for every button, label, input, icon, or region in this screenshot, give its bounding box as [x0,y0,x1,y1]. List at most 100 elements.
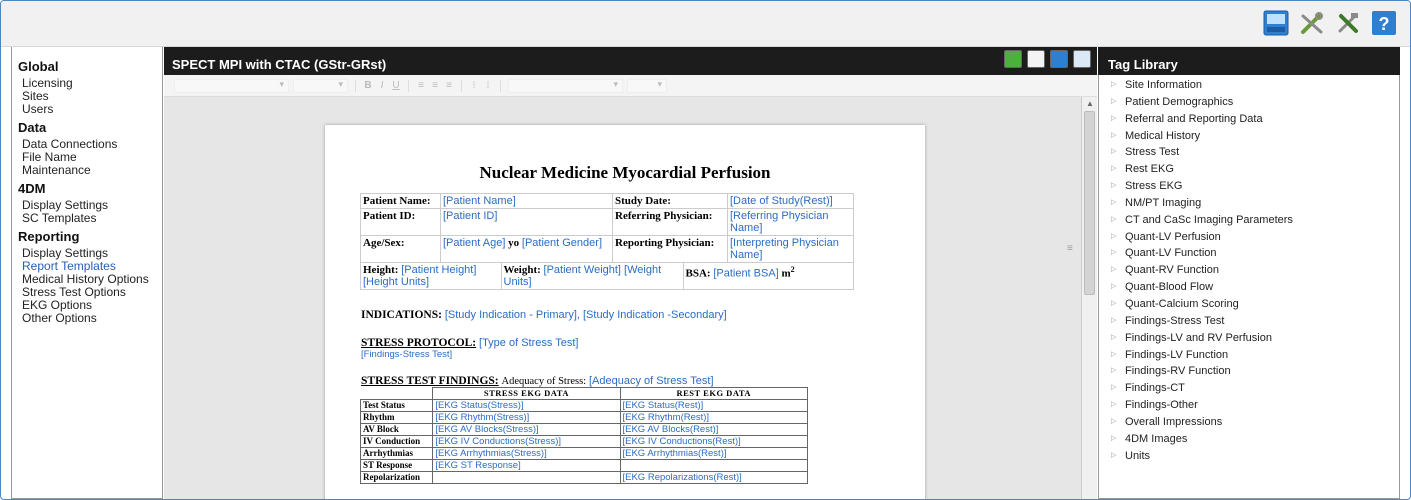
adequacy-tag[interactable]: [Adequacy of Stress Test] [589,375,714,387]
sidebar-item-users[interactable]: Users [18,103,162,116]
bold-button[interactable]: B [363,80,373,91]
document-canvas[interactable]: ▲ ≡ Nuclear Medicine Myocardial Perfusio… [164,97,1097,499]
vertical-scrollbar[interactable]: ▲ [1081,97,1097,499]
ekg-rest-tag[interactable]: [EKG IV Conductions(Rest)] [619,435,808,448]
tag-library-item[interactable]: ▷ Referral and Reporting Data [1111,111,1399,128]
align-center-button[interactable]: ≡ [430,80,440,91]
ekg-rest-tag[interactable]: [EKG AV Blocks(Rest)] [619,423,808,436]
italic-button[interactable]: I [377,80,387,91]
settings-tools-icon[interactable] [1334,9,1362,37]
tag-library-item[interactable]: ▷ Findings-CT [1111,380,1399,397]
referring-physician-tag[interactable]: [Referring Physician Name] [727,208,854,236]
save-icon[interactable] [1262,9,1290,37]
align-left-button[interactable]: ≡ [416,80,426,91]
expand-arrow-icon[interactable]: ▷ [1111,313,1121,330]
indications-tag[interactable]: [Study Indication - Primary], [Study Ind… [445,309,727,321]
scrollbar-thumb[interactable] [1084,111,1095,295]
tools-icon[interactable] [1298,9,1326,37]
tag-library-item[interactable]: ▷ Quant-RV Function [1111,262,1399,279]
font-family-select[interactable] [174,78,289,93]
tag-library-item[interactable]: ▷ Stress EKG [1111,178,1399,195]
expand-arrow-icon[interactable]: ▷ [1111,94,1121,111]
format-select[interactable] [627,78,667,93]
tag-library-item[interactable]: ▷ Findings-LV Function [1111,347,1399,364]
scroll-up-icon[interactable]: ▲ [1086,99,1094,108]
save-icon[interactable] [1050,50,1068,68]
tag-library-item[interactable]: ▷ Quant-Blood Flow [1111,279,1399,296]
ekg-stress-tag[interactable]: [EKG ST Response] [432,459,621,472]
expand-arrow-icon[interactable]: ▷ [1111,347,1121,364]
underline-button[interactable]: U [391,80,401,91]
expand-arrow-icon[interactable]: ▷ [1111,178,1121,195]
expand-arrow-icon[interactable]: ▷ [1111,397,1121,414]
report-page[interactable]: Nuclear Medicine Myocardial Perfusion Pa… [325,125,925,499]
patient-age-tag[interactable]: [Patient Age] [443,237,505,249]
font-size-select[interactable] [293,78,348,93]
expand-arrow-icon[interactable]: ▷ [1111,111,1121,128]
align-right-button[interactable]: ≡ [444,80,454,91]
patient-gender-tag[interactable]: [Patient Gender] [522,237,602,249]
expand-arrow-icon[interactable]: ▷ [1111,380,1121,397]
ekg-rest-tag[interactable]: [EKG Repolarizations(Rest)] [619,471,808,484]
splitter-grip-icon[interactable]: ≡ [1067,243,1073,254]
stress-protocol-tag[interactable]: [Type of Stress Test] [479,337,578,349]
tag-library-item[interactable]: ▷ 4DM Images [1111,431,1399,448]
ekg-stress-tag[interactable]: [EKG Status(Stress)] [432,399,621,412]
study-date-tag[interactable]: [Date of Study(Rest)] [727,193,854,209]
download-icon[interactable] [1004,50,1022,68]
help-icon[interactable]: ? [1370,9,1398,37]
sidebar-item-sc-templates[interactable]: SC Templates [18,212,162,225]
expand-arrow-icon[interactable]: ▷ [1111,414,1121,431]
tag-library-item[interactable]: ▷ Stress Test [1111,144,1399,161]
tag-library-item[interactable]: ▷ NM/PT Imaging [1111,195,1399,212]
expand-arrow-icon[interactable]: ▷ [1111,195,1121,212]
ekg-stress-tag[interactable]: [EKG AV Blocks(Stress)] [432,423,621,436]
tag-library-item[interactable]: ▷ Findings-RV Function [1111,363,1399,380]
tag-library-item[interactable]: ▷ Findings-LV and RV Perfusion [1111,330,1399,347]
tag-library-item[interactable]: ▷ Findings-Stress Test [1111,313,1399,330]
reporting-physician-tag[interactable]: [Interpreting Physician Name] [727,235,854,263]
expand-arrow-icon[interactable]: ▷ [1111,262,1121,279]
expand-arrow-icon[interactable]: ▷ [1111,279,1121,296]
ekg-stress-tag[interactable]: [EKG Rhythm(Stress)] [432,411,621,424]
ekg-stress-tag[interactable] [432,471,621,484]
tag-library-item[interactable]: ▷ Quant-Calcium Scoring [1111,296,1399,313]
tag-library-item[interactable]: ▷ Medical History [1111,128,1399,145]
expand-arrow-icon[interactable]: ▷ [1111,161,1121,178]
style-select[interactable] [508,78,623,93]
tag-library-item[interactable]: ▷ Findings-Other [1111,397,1399,414]
tag-library-item[interactable]: ▷ Rest EKG [1111,161,1399,178]
expand-arrow-icon[interactable]: ▷ [1111,144,1121,161]
expand-arrow-icon[interactable]: ▷ [1111,431,1121,448]
tag-library-item[interactable]: ▷ Quant-LV Function [1111,245,1399,262]
expand-arrow-icon[interactable]: ▷ [1111,330,1121,347]
sidebar-item-other-options[interactable]: Other Options [18,312,162,325]
ekg-stress-tag[interactable]: [EKG Arrhythmias(Stress)] [432,447,621,460]
tag-library-item[interactable]: ▷ Overall Impressions [1111,414,1399,431]
expand-arrow-icon[interactable]: ▷ [1111,296,1121,313]
findings-stress-test-tag[interactable]: [Findings-Stress Test] [361,349,578,360]
export-icon[interactable] [1073,50,1091,68]
expand-arrow-icon[interactable]: ▷ [1111,212,1121,229]
ekg-rest-tag[interactable]: [EKG Status(Rest)] [619,399,808,412]
ekg-stress-tag[interactable]: [EKG IV Conductions(Stress)] [432,435,621,448]
patient-id-tag[interactable]: [Patient ID] [440,208,613,236]
ekg-rest-tag[interactable] [619,459,808,472]
expand-arrow-icon[interactable]: ▷ [1111,448,1121,465]
ekg-rest-tag[interactable]: [EKG Rhythm(Rest)] [619,411,808,424]
sidebar-item-maintenance[interactable]: Maintenance [18,164,162,177]
ekg-rest-tag[interactable]: [EKG Arrhythmias(Rest)] [619,447,808,460]
document-icon[interactable] [1027,50,1045,68]
expand-arrow-icon[interactable]: ▷ [1111,229,1121,246]
expand-arrow-icon[interactable]: ▷ [1111,128,1121,145]
bsa-tag[interactable]: [Patient BSA] [713,268,778,280]
expand-arrow-icon[interactable]: ▷ [1111,363,1121,380]
expand-arrow-icon[interactable]: ▷ [1111,77,1121,94]
numbered-list-button[interactable]: ⁝ [483,80,493,91]
tag-library-item[interactable]: ▷ Units [1111,448,1399,465]
tag-library-item[interactable]: ▷ CT and CaSc Imaging Parameters [1111,212,1399,229]
expand-arrow-icon[interactable]: ▷ [1111,245,1121,262]
bullet-list-button[interactable]: ⁝ [469,80,479,91]
tag-library-item[interactable]: ▷ Quant-LV Perfusion [1111,229,1399,246]
tag-library-item[interactable]: ▷ Site Information [1111,77,1399,94]
